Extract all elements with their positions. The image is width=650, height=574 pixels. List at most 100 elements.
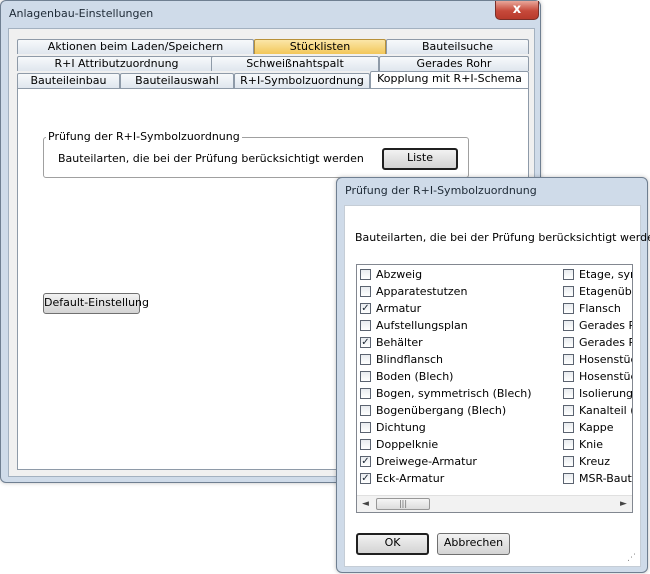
checkbox-unchecked[interactable] <box>563 405 574 416</box>
checkbox-unchecked[interactable] <box>360 354 371 365</box>
checkbox-unchecked[interactable] <box>563 286 574 297</box>
scroll-left-arrow-icon[interactable]: ◄ <box>357 496 374 512</box>
tab-ri-attributzuordnung[interactable]: R+I Attributzuordnung <box>17 56 216 71</box>
list-item[interactable]: Etagenübe <box>563 283 633 300</box>
list-item-label: Bogenübergang (Blech) <box>376 404 507 417</box>
horizontal-scrollbar[interactable]: ◄ ||| ► <box>357 495 632 512</box>
list-item[interactable]: Gerades Ro <box>563 334 632 351</box>
scroll-right-arrow-icon[interactable]: ► <box>615 496 632 512</box>
dialog-titlebar[interactable]: Prüfung der R+I-Symbolzuordnung <box>337 178 647 204</box>
checkbox-unchecked[interactable] <box>360 371 371 382</box>
list-item[interactable]: ✓ Dreiwege-Armatur <box>360 453 560 470</box>
list-item-label: MSR-Baute <box>579 472 633 485</box>
main-close-button[interactable]: x <box>495 1 539 20</box>
list-item[interactable]: Hosenstück <box>563 351 632 368</box>
checkbox-checked[interactable]: ✓ <box>360 303 371 314</box>
checkbox-unchecked[interactable] <box>563 473 574 484</box>
checkbox-unchecked[interactable] <box>563 354 574 365</box>
scroll-thumb[interactable]: ||| <box>376 498 430 510</box>
list-item[interactable]: Hosenstück <box>563 368 632 385</box>
default-settings-button[interactable]: Default-Einstellung <box>43 293 149 314</box>
dialog-title: Prüfung der R+I-Symbolzuordnung <box>345 184 537 197</box>
ok-button[interactable]: OK <box>356 533 429 555</box>
check-group-box: Prüfung der R+I-Symbolzuordnung Bauteila… <box>43 130 469 178</box>
list-item-label: Doppelknie <box>376 438 439 451</box>
tab-kopplung-ri-schema[interactable]: Kopplung mit R+I-Schema <box>370 71 529 88</box>
checkbox-unchecked[interactable] <box>563 456 574 467</box>
list-item-label: Aufstellungsplan <box>376 319 468 332</box>
list-item[interactable]: Aufstellungsplan <box>360 317 560 334</box>
component-type-list[interactable]: Abzweig Apparatestutzen ✓ Armatur Aufstellun… <box>356 264 633 513</box>
tab-bauteileinbau[interactable]: Bauteileinbau <box>17 73 120 88</box>
list-item-label: Gerades Ro <box>579 336 632 349</box>
list-item-label: Hosenstück <box>579 353 632 366</box>
cancel-button[interactable]: Abbrechen <box>437 533 510 555</box>
checkbox-unchecked[interactable] <box>563 337 574 348</box>
dialog-client-area: Bauteilarten, die bei der Prüfung berück… <box>344 205 650 567</box>
checkbox-unchecked[interactable] <box>563 371 574 382</box>
list-item[interactable]: Apparatestutzen <box>360 283 560 300</box>
list-item-label: Flansch <box>579 302 621 315</box>
checkbox-checked[interactable]: ✓ <box>360 456 371 467</box>
tab-aktionen[interactable]: Aktionen beim Laden/Speichern <box>17 39 254 54</box>
list-item-label: Eck-Armatur <box>376 472 445 485</box>
list-item[interactable]: Blindflansch <box>360 351 560 368</box>
list-item-label: Knie <box>579 438 604 451</box>
checkbox-unchecked[interactable] <box>563 303 574 314</box>
list-item[interactable]: Etage, sym <box>563 266 632 283</box>
tab-ri-symbolzuordnung[interactable]: R+I-Symbolzuordnung <box>234 73 370 88</box>
checkbox-unchecked[interactable] <box>360 405 371 416</box>
list-item[interactable]: Gerades Ro <box>563 317 632 334</box>
list-item[interactable]: Flansch <box>563 300 632 317</box>
list-item[interactable]: Knie <box>563 436 632 453</box>
list-item-label: Gerades Ro <box>579 319 632 332</box>
list-item-label: Armatur <box>376 302 422 315</box>
list-item-label: Kappe <box>579 421 614 434</box>
checkbox-unchecked[interactable] <box>360 422 371 433</box>
tab-schweissnahtspalt[interactable]: Schweißnahtspalt <box>211 56 379 71</box>
checkbox-unchecked[interactable] <box>360 320 371 331</box>
main-window-title: Anlagenbau-Einstellungen <box>9 7 154 20</box>
tab-stuecklisten[interactable]: Stücklisten <box>254 39 386 54</box>
checkbox-unchecked[interactable] <box>360 439 371 450</box>
list-item[interactable]: Kanalteil (E <box>563 402 632 419</box>
checkbox-checked[interactable]: ✓ <box>360 473 371 484</box>
tab-bauteilauswahl[interactable]: Bauteilauswahl <box>120 73 234 88</box>
checkbox-checked[interactable]: ✓ <box>360 337 371 348</box>
list-item[interactable]: Bogenübergang (Blech) <box>360 402 560 419</box>
checkbox-unchecked[interactable] <box>563 269 574 280</box>
group-title: Prüfung der R+I-Symbolzuordnung <box>46 130 242 143</box>
list-item-label: Behälter <box>376 336 423 349</box>
checkbox-unchecked[interactable] <box>563 439 574 450</box>
checkbox-unchecked[interactable] <box>563 320 574 331</box>
list-item[interactable]: Bogen, symmetrisch (Blech) <box>360 385 560 402</box>
list-item[interactable]: ✓ Behälter <box>360 334 560 351</box>
list-item-label: Apparatestutzen <box>376 285 468 298</box>
list-item-label: Kreuz <box>579 455 611 468</box>
checkbox-unchecked[interactable] <box>563 388 574 399</box>
list-item[interactable]: Doppelknie <box>360 436 560 453</box>
main-titlebar[interactable]: Anlagenbau-Einstellungen x <box>1 1 540 27</box>
list-item-label: Etage, sym <box>579 268 632 281</box>
checkbox-unchecked[interactable] <box>360 269 371 280</box>
list-item[interactable]: Dichtung <box>360 419 560 436</box>
checkbox-unchecked[interactable] <box>563 422 574 433</box>
list-item-label: Bogen, symmetrisch (Blech) <box>376 387 532 400</box>
list-item[interactable]: Kappe <box>563 419 632 436</box>
list-item-label: Hosenstück <box>579 370 632 383</box>
resize-grip-icon[interactable]: ⋰ <box>627 553 637 563</box>
tab-bauteilsuche[interactable]: Bauteilsuche <box>386 39 529 54</box>
list-item[interactable]: Isolierung <box>563 385 633 402</box>
liste-button[interactable]: Liste <box>382 148 458 170</box>
list-item[interactable]: MSR-Baute <box>563 470 633 487</box>
list-item[interactable]: Boden (Blech) <box>360 368 560 385</box>
list-item[interactable]: ✓ Eck-Armatur <box>360 470 560 487</box>
list-item[interactable]: ✓ Armatur <box>360 300 560 317</box>
list-item-label: Etagenübe <box>579 285 633 298</box>
list-item[interactable]: Kreuz <box>563 453 632 470</box>
list-item[interactable]: Abzweig <box>360 266 560 283</box>
checkbox-unchecked[interactable] <box>360 286 371 297</box>
checkbox-unchecked[interactable] <box>360 388 371 399</box>
list-item-label: Isolierung <box>579 387 633 400</box>
tab-gerades-rohr[interactable]: Gerades Rohr <box>379 56 529 71</box>
